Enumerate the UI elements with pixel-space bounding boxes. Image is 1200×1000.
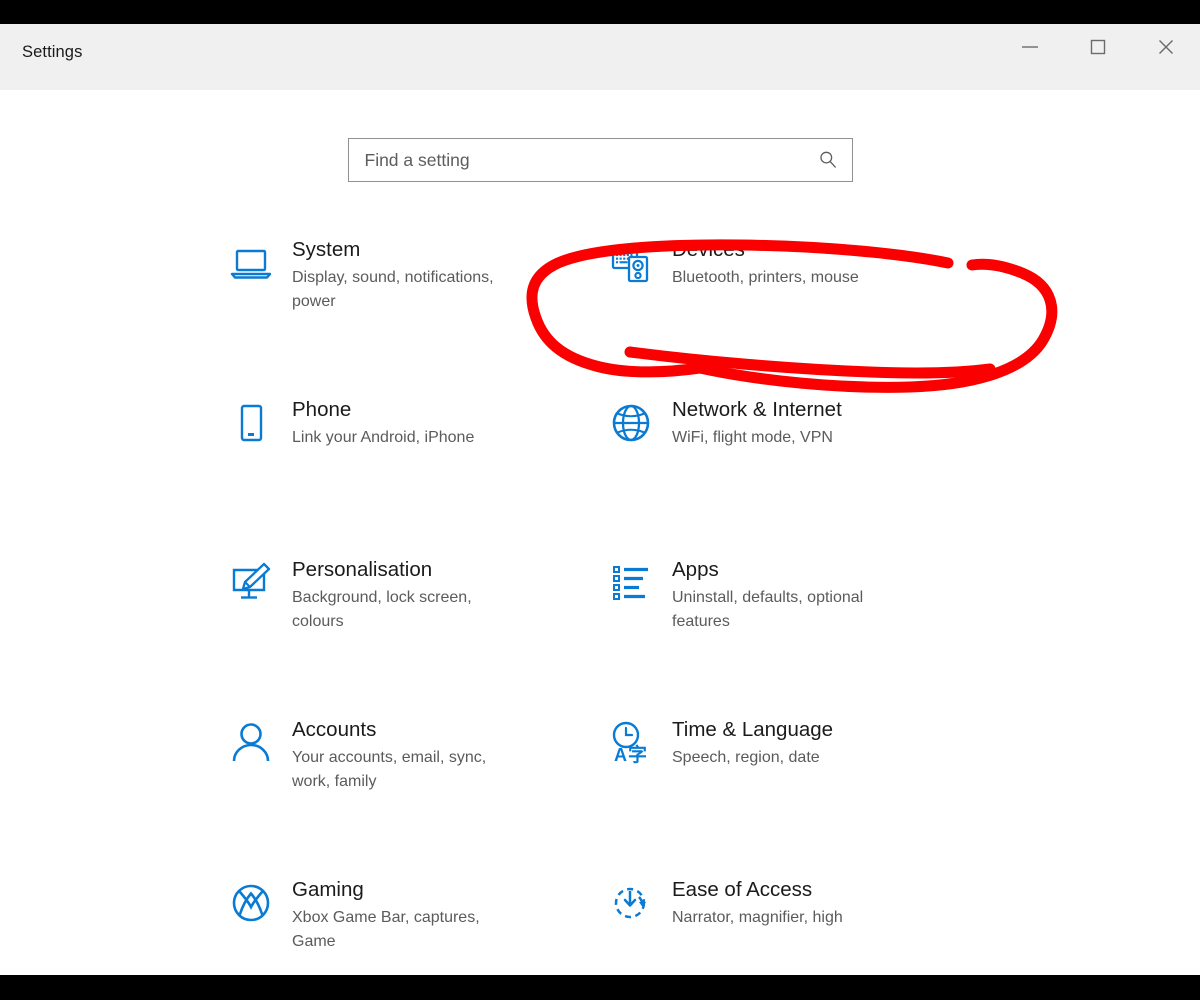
minimize-icon [1019,40,1041,54]
tile-description: Uninstall, defaults, optional features [672,589,864,631]
search-box[interactable] [347,138,853,182]
clock-language-icon: A 字 [608,720,654,766]
tile-network-internet[interactable]: Network & Internet WiFi, flight mode, VP… [608,398,988,558]
settings-window: Settings Find a setting System Display, … [0,24,1200,975]
tile-description: Display, sound, notifications, power [292,269,494,311]
tile-text: Accounts Your accounts, email, sync, wor… [292,718,524,794]
tile-text: Personalisation Background, lock screen,… [292,558,524,634]
globe-icon [608,400,654,446]
tile-ease-of-access[interactable]: Ease of Access Narrator, magnifier, high [608,878,988,975]
svg-text:A: A [614,745,627,765]
paintbrush-monitor-icon [228,560,274,606]
xbox-icon [228,880,274,926]
list-icon [608,560,654,606]
tile-text: Ease of Access Narrator, magnifier, high [672,878,843,930]
close-button[interactable] [1132,24,1200,70]
tile-title: Personalisation [292,558,433,581]
tile-description: Xbox Game Bar, captures, Game [292,909,480,951]
screen: Settings Find a setting System Display, … [0,0,1200,1000]
tile-text: Phone Link your Android, iPhone [292,398,474,450]
ease-of-access-icon [608,880,654,926]
tile-description: Your accounts, email, sync, work, family [292,749,487,791]
tile-title: Network & Internet [672,398,842,421]
window-controls [996,24,1200,70]
tile-title: Gaming [292,878,364,901]
tile-title: System [292,238,361,261]
tile-title: Devices [672,238,745,261]
tile-title: Time & Language [672,718,834,741]
svg-text:字: 字 [628,743,647,766]
tile-description: Bluetooth, printers, mouse [672,269,859,287]
title-bar: Settings [0,24,1200,90]
tile-text: Apps Uninstall, defaults, optional featu… [672,558,904,634]
tile-devices[interactable]: Devices Bluetooth, printers, mouse [608,238,988,398]
search-input[interactable] [348,139,852,181]
tile-text: System Display, sound, notifications, po… [292,238,524,314]
letterbox-bar-bottom [0,975,1200,1000]
tile-title: Phone [292,398,352,421]
tile-description: Speech, region, date [672,749,820,767]
tile-title: Apps [672,558,719,581]
tile-text: Network & Internet WiFi, flight mode, VP… [672,398,842,450]
tile-text: Time & Language Speech, region, date [672,718,833,770]
minimize-button[interactable] [996,24,1064,70]
tile-text: Devices Bluetooth, printers, mouse [672,238,859,290]
tile-personalisation[interactable]: Personalisation Background, lock screen,… [228,558,608,718]
maximize-icon [1087,36,1109,58]
letterbox-bar-top [0,0,1200,24]
settings-grid: System Display, sound, notifications, po… [228,238,1200,975]
tile-system[interactable]: System Display, sound, notifications, po… [228,238,608,398]
search-icon[interactable] [817,149,839,171]
keyboard-mouse-icon [608,240,654,286]
close-icon [1155,36,1177,58]
search-area [0,138,1200,182]
window-title: Settings [22,43,83,61]
tile-description: Background, lock screen, colours [292,589,472,631]
tile-apps[interactable]: Apps Uninstall, defaults, optional featu… [608,558,988,718]
laptop-icon [228,240,274,286]
person-icon [228,720,274,766]
tile-text: Gaming Xbox Game Bar, captures, Game [292,878,524,954]
tile-description: Link your Android, iPhone [292,429,475,447]
tile-accounts[interactable]: Accounts Your accounts, email, sync, wor… [228,718,608,878]
tile-title: Ease of Access [672,878,813,901]
tile-time-language[interactable]: A 字 Time & Language Speech, region, date [608,718,988,878]
tile-description: Narrator, magnifier, high [672,909,843,927]
phone-icon [228,400,274,446]
tile-description: WiFi, flight mode, VPN [672,429,833,447]
tile-phone[interactable]: Phone Link your Android, iPhone [228,398,608,558]
maximize-button[interactable] [1064,24,1132,70]
tile-title: Accounts [292,718,377,741]
tile-gaming[interactable]: Gaming Xbox Game Bar, captures, Game [228,878,608,975]
